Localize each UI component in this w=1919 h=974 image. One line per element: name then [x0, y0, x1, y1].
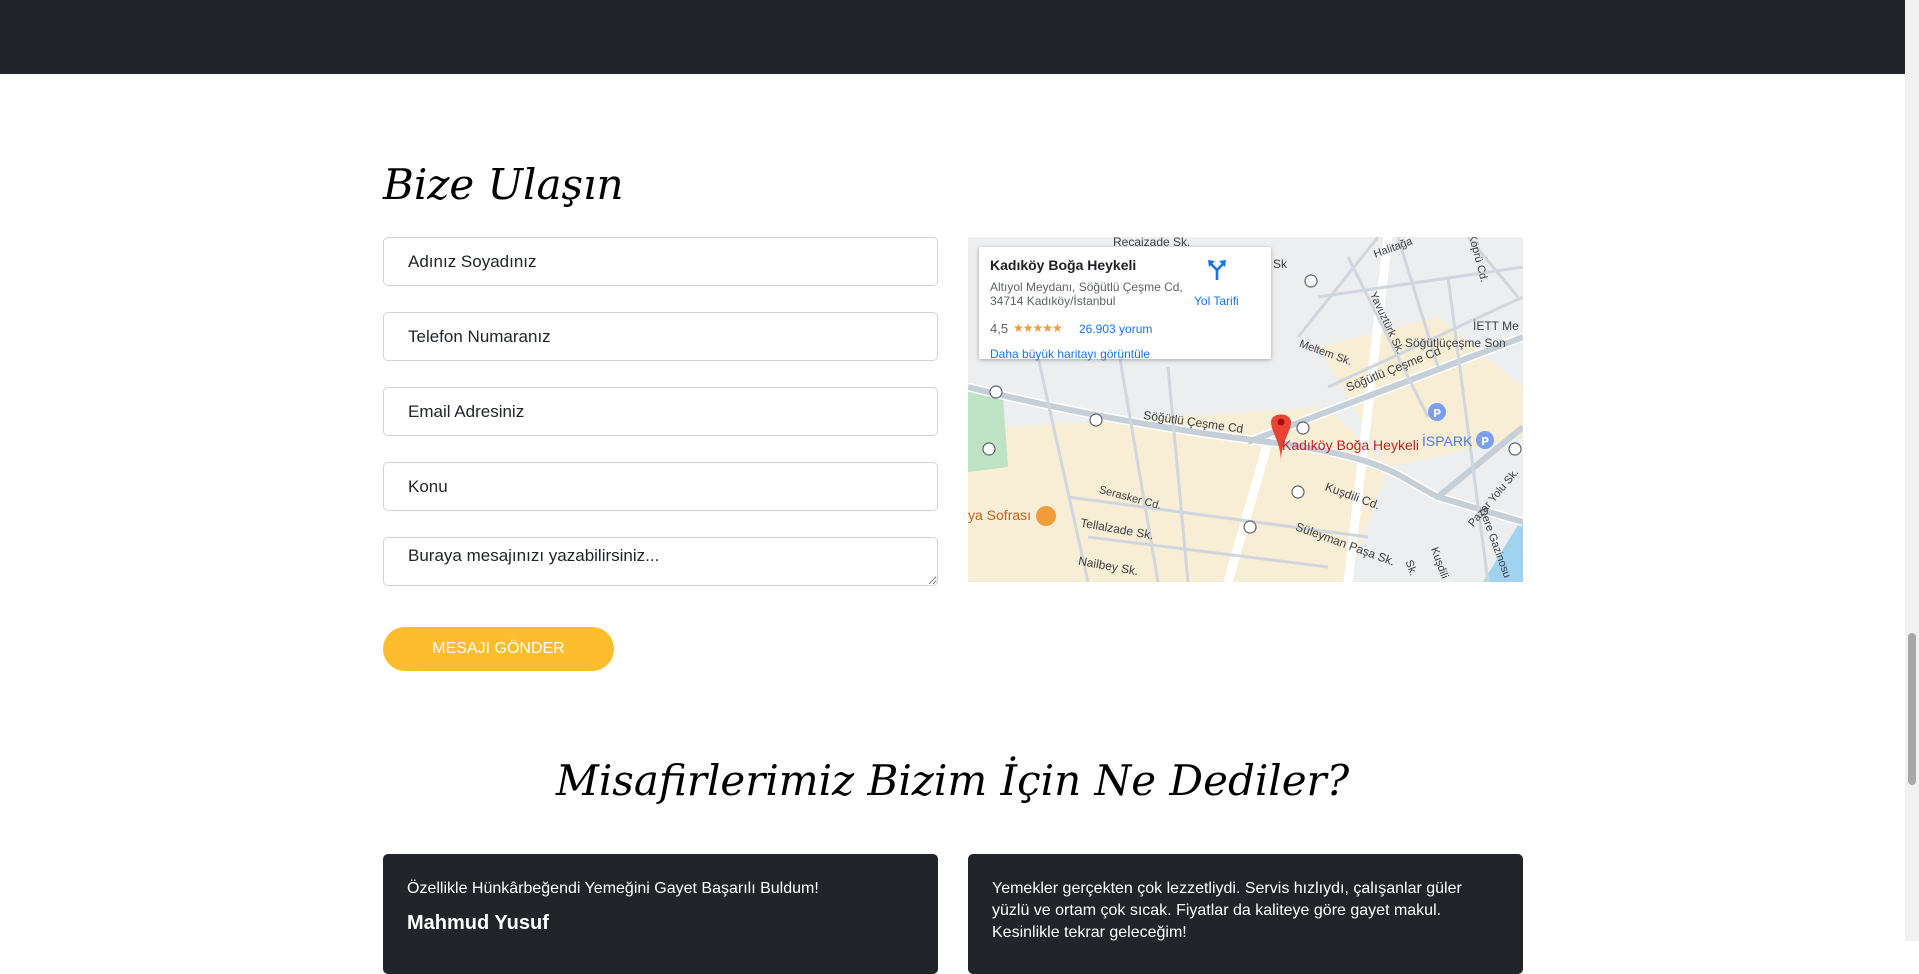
svg-text:P: P — [1433, 407, 1441, 420]
send-message-button[interactable]: MESAJI GÖNDER — [383, 627, 614, 671]
map-info-card: Kadıköy Boğa Heykeli Altıyol Meydanı, Sö… — [979, 247, 1271, 361]
street-label: Sk — [1273, 257, 1288, 271]
name-input[interactable] — [383, 237, 938, 286]
testimonial-text: Özellikle Hünkârbeğendi Yemeğini Gayet B… — [407, 880, 819, 897]
map-pin-label: Kadıköy Boğa Heykeli — [1282, 437, 1419, 453]
google-map[interactable]: P P Recaizade Sk. Söğütlü Çeşme Cd Söğüt… — [968, 237, 1523, 582]
phone-input[interactable] — [383, 312, 938, 361]
message-textarea[interactable] — [383, 537, 938, 586]
scrollbar-thumb[interactable] — [1908, 633, 1916, 785]
email-input[interactable] — [383, 387, 938, 436]
larger-map-link[interactable]: Daha büyük haritayı görüntüle — [990, 347, 1150, 361]
page-scrollbar[interactable] — [1905, 0, 1919, 941]
testimonial-card: Özellikle Hünkârbeğendi Yemeğini Gayet B… — [383, 854, 938, 974]
testimonial-card: Yemekler gerçekten çok lezzetliydi. Serv… — [968, 854, 1523, 974]
ispark-label: İSPARK — [1422, 433, 1473, 449]
directions-link[interactable]: Yol Tarifi — [1194, 294, 1239, 308]
svg-text:P: P — [1481, 435, 1489, 448]
map-rating-value: 4,5 — [990, 321, 1009, 336]
top-navbar — [0, 0, 1905, 74]
testimonial-text: Yemekler gerçekten çok lezzetliydi. Serv… — [992, 880, 1462, 941]
testimonial-author: Mahmud Yusuf — [407, 912, 549, 934]
map-place-address: Altıyol Meydanı, Söğütlü Çeşme Cd, 34714… — [990, 280, 1183, 308]
directions-icon[interactable] — [1207, 259, 1227, 281]
map-place-name: Kadıköy Boğa Heykeli — [990, 257, 1137, 273]
map-reviews-link[interactable]: 26.903 yorum — [1079, 322, 1152, 336]
street-label: İETT Me — [1473, 319, 1519, 333]
contact-title: Bize Ulaşın — [383, 160, 624, 209]
street-label: Söğütlüçeşme Son — [1405, 336, 1506, 350]
testimonials-title: Misafirlerimiz Bizim İçin Ne Dediler? — [555, 756, 1350, 805]
restaurant-label: ya Sofrası — [968, 507, 1032, 523]
star-rating-icon: ★★★★★ — [1013, 321, 1063, 335]
subject-input[interactable] — [383, 462, 938, 511]
